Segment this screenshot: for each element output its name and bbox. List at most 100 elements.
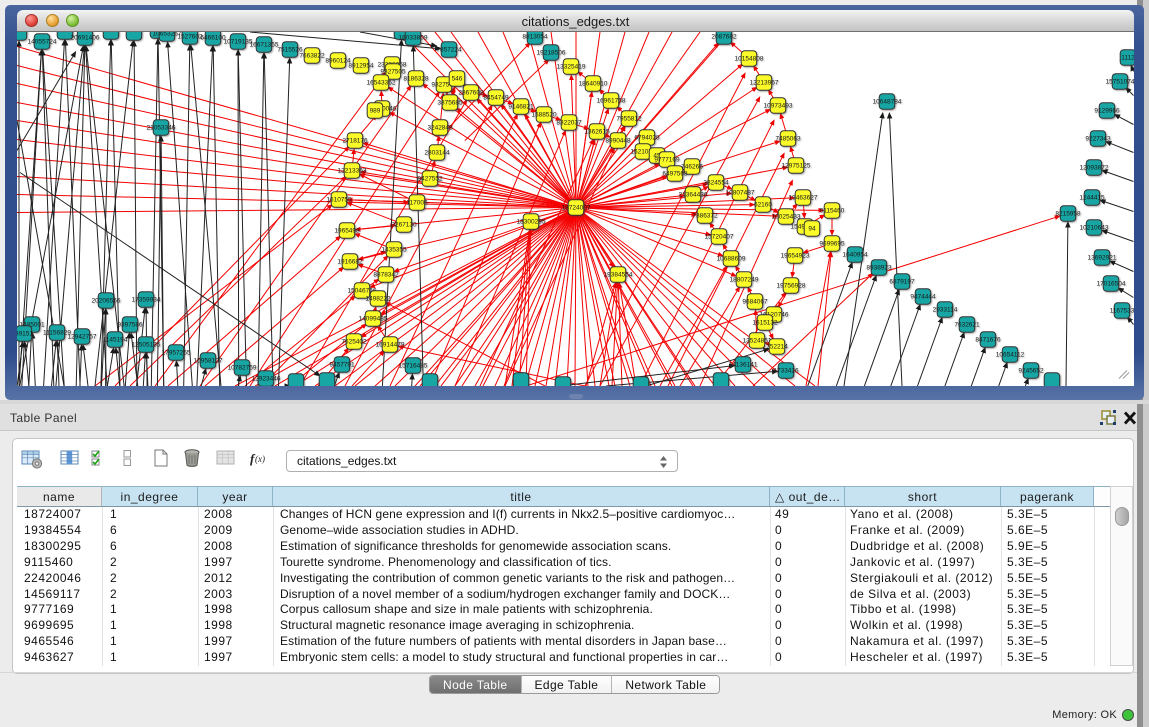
svg-text:7386372: 7386372 <box>692 212 718 219</box>
svg-text:19218506: 19218506 <box>537 49 566 56</box>
svg-text:(x): (x) <box>255 454 265 464</box>
svg-text:19756928: 19756928 <box>777 282 806 289</box>
svg-text:9227343: 9227343 <box>1085 135 1111 142</box>
svg-text:7857224: 7857224 <box>436 46 462 53</box>
svg-text:15716485: 15716485 <box>399 362 428 369</box>
svg-text:1244415: 1244415 <box>1079 194 1105 201</box>
svg-text:8912954: 8912954 <box>348 62 374 69</box>
svg-text:1498222: 1498222 <box>365 295 391 302</box>
svg-text:1640954: 1640954 <box>842 251 868 258</box>
svg-text:13692921: 13692921 <box>1088 254 1117 261</box>
svg-text:10973493: 10973493 <box>764 102 793 109</box>
svg-text:20206556: 20206556 <box>92 297 121 304</box>
svg-text:6497568: 6497568 <box>662 170 688 177</box>
svg-text:9245652: 9245652 <box>1018 367 1044 374</box>
svg-text:39151: 39151 <box>17 330 33 337</box>
svg-text:9115460: 9115460 <box>820 207 845 214</box>
svg-text:8471676: 8471676 <box>975 336 1001 343</box>
svg-text:19463627: 19463627 <box>789 194 818 201</box>
svg-text:1916682: 1916682 <box>337 258 363 265</box>
svg-text:1588520: 1588520 <box>531 111 557 118</box>
svg-text:1435355: 1435355 <box>381 246 407 253</box>
svg-text:14055724: 14055724 <box>28 38 57 45</box>
svg-text:8322037: 8322037 <box>556 119 582 126</box>
svg-text:1362615: 1362615 <box>584 128 610 135</box>
svg-text:8454749: 8454749 <box>483 94 509 101</box>
svg-text:10782759: 10782759 <box>228 364 257 371</box>
svg-text:9146821: 9146821 <box>508 103 534 110</box>
svg-text:3824554: 3824554 <box>703 179 729 186</box>
svg-text:546: 546 <box>452 75 463 82</box>
svg-text:9474444: 9474444 <box>910 293 936 300</box>
svg-text:12213967: 12213967 <box>750 79 779 86</box>
svg-text:10807487: 10807487 <box>726 189 755 196</box>
svg-text:2087682: 2087682 <box>711 33 737 40</box>
svg-text:1112: 1112 <box>1121 54 1134 61</box>
svg-text:18640910: 18640910 <box>579 80 608 87</box>
svg-text:8938923: 8938923 <box>866 264 892 271</box>
svg-text:8878342: 8878342 <box>373 271 399 278</box>
svg-text:15720407: 15720407 <box>705 233 734 240</box>
svg-text:2803144: 2803144 <box>424 149 450 156</box>
svg-text:2933114: 2933114 <box>933 306 958 313</box>
svg-text:10688609: 10688609 <box>717 255 746 262</box>
svg-text:7632621: 7632621 <box>954 321 980 328</box>
svg-text:9457791: 9457791 <box>329 361 355 368</box>
svg-text:1610755: 1610755 <box>326 196 352 203</box>
svg-text:18807249: 18807249 <box>730 276 759 283</box>
svg-text:117006: 117006 <box>406 199 428 206</box>
svg-text:18724007: 18724007 <box>562 204 591 211</box>
svg-text:10025433: 10025433 <box>772 213 801 220</box>
svg-text:16033809: 16033809 <box>399 34 428 41</box>
svg-text:989: 989 <box>370 107 381 114</box>
svg-text:7663822: 7663822 <box>299 52 325 59</box>
svg-text:9699695: 9699695 <box>819 240 845 247</box>
svg-text:12093872: 12093872 <box>1080 164 1109 171</box>
svg-text:94: 94 <box>808 225 816 232</box>
svg-text:21053346: 21053346 <box>147 124 176 131</box>
svg-text:17359934: 17359934 <box>132 296 161 303</box>
svg-text:12213363: 12213363 <box>338 167 367 174</box>
svg-text:8427552: 8427552 <box>417 175 443 182</box>
svg-text:16543362: 16543362 <box>367 79 396 86</box>
svg-text:17957255: 17957255 <box>162 349 191 356</box>
svg-text:2718176: 2718176 <box>342 137 368 144</box>
svg-text:16671355: 16671355 <box>250 41 279 48</box>
svg-text:13325419: 13325419 <box>557 63 586 70</box>
svg-text:9684067: 9684067 <box>742 298 768 305</box>
svg-text:10648784: 10648784 <box>873 98 902 105</box>
svg-text:20691406: 20691406 <box>71 34 100 41</box>
svg-text:1167533: 1167533 <box>1110 307 1134 314</box>
svg-text:14099485: 14099485 <box>359 315 388 322</box>
svg-text:62160: 62160 <box>754 201 772 208</box>
svg-text:9129966: 9129966 <box>1094 107 1120 114</box>
svg-text:21364436: 21364436 <box>679 191 708 198</box>
svg-text:10210643: 10210643 <box>1080 224 1109 231</box>
svg-text:252214: 252214 <box>766 343 788 350</box>
svg-text:1615132: 1615132 <box>752 319 778 326</box>
svg-text:8990448: 8990448 <box>605 137 631 144</box>
svg-text:1965498: 1965498 <box>334 227 360 234</box>
svg-text:7625402: 7625402 <box>341 338 367 345</box>
svg-text:10654112: 10654112 <box>996 351 1025 358</box>
svg-text:16961758: 16961758 <box>597 97 626 104</box>
svg-text:17016504: 17016504 <box>1097 280 1126 287</box>
svg-text:15751074: 15751074 <box>1106 78 1134 85</box>
svg-text:6466100: 6466100 <box>200 34 226 41</box>
svg-text:8186328: 8186328 <box>403 75 429 82</box>
svg-text:9397586: 9397586 <box>117 321 143 328</box>
svg-text:6879197: 6879197 <box>889 278 915 285</box>
svg-text:7485063: 7485063 <box>775 135 801 142</box>
svg-text:19654923: 19654923 <box>781 252 810 259</box>
svg-text:12942757: 12942757 <box>68 333 97 340</box>
svg-text:8215958: 8215958 <box>1055 210 1081 217</box>
svg-text:746266: 746266 <box>681 163 703 170</box>
svg-text:14136141: 14136141 <box>729 361 758 368</box>
svg-text:1733426: 1733426 <box>773 367 799 374</box>
svg-text:6794028: 6794028 <box>634 134 660 141</box>
svg-text:7955812: 7955812 <box>616 115 642 122</box>
svg-text:8960124: 8960124 <box>325 57 351 64</box>
svg-text:10958107: 10958107 <box>194 357 223 364</box>
svg-text:2867608: 2867608 <box>458 89 484 96</box>
svg-text:18300295: 18300295 <box>517 218 546 225</box>
